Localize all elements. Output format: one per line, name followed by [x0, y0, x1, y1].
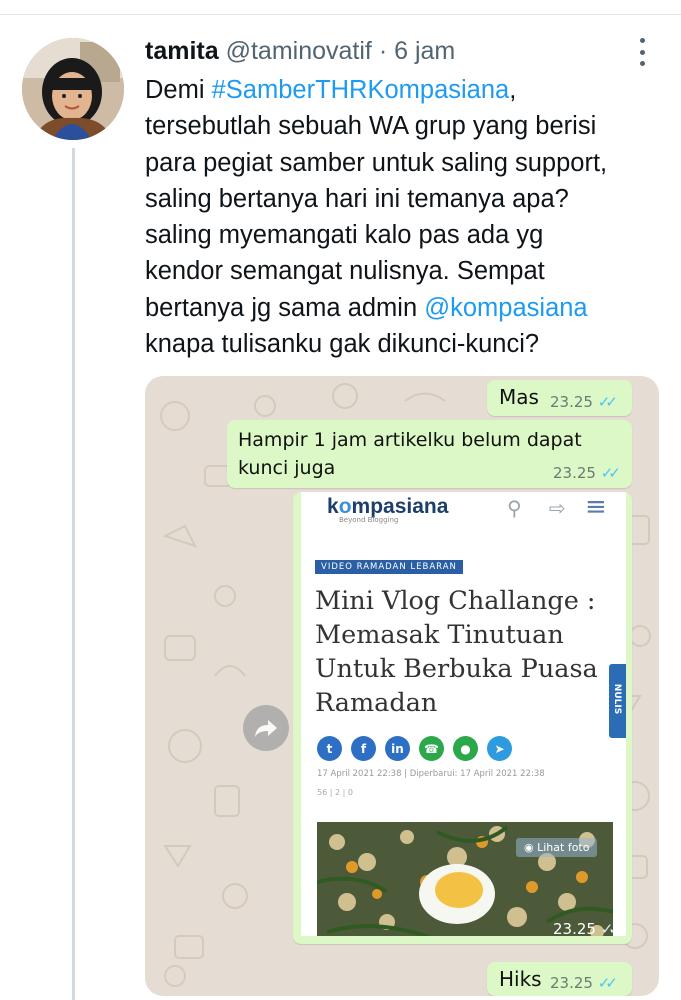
facebook-icon: f — [351, 736, 376, 761]
tweet-line-2: tersebutlah sebuah WA grup yang berisi — [145, 112, 597, 141]
read-receipt-icon: ✓✓ — [600, 920, 613, 936]
share-icons: t f in ☎ ● ➤ — [317, 736, 512, 761]
more-options-icon[interactable] — [634, 38, 650, 66]
kompasiana-tagline: Beyond Blogging — [339, 516, 399, 524]
tweet-line-3: para pegiat samber untuk saling support, — [145, 148, 608, 177]
menu-icon: ≡ — [585, 492, 607, 522]
forward-icon[interactable] — [243, 705, 289, 751]
hashtag-link[interactable]: #SamberTHRKompasiana — [212, 76, 510, 104]
top-divider — [0, 0, 681, 15]
chat-image-message[interactable]: kompasiana Beyond Blogging ⚲ ⇨ ≡ VIDEO R… — [293, 492, 632, 944]
title-line: Memasak Tinutuan — [315, 620, 564, 650]
telegram-icon: ➤ — [487, 736, 512, 761]
mention-link[interactable]: @kompasiana — [424, 294, 587, 322]
display-name[interactable]: tamita — [145, 37, 219, 65]
message-time: 23.25 — [553, 920, 596, 936]
title-line: Mini Vlog Challange : — [315, 586, 596, 616]
view-photo-button: ◉ Lihat foto — [516, 838, 598, 857]
text-segment: , — [509, 76, 517, 104]
title-line: Ramadan — [315, 688, 438, 718]
line-icon: ● — [453, 736, 478, 761]
message-meta: 23.25 ✓✓ — [550, 974, 618, 992]
tweet-line-4: saling bertanya hari ini temanya apa? — [145, 184, 569, 213]
message-text: Hiks — [499, 967, 542, 991]
article-stats: 56 | 2 | 0 — [317, 788, 353, 797]
tweet-text: Demi #SamberTHRKompasiana, tersebutlah s… — [145, 72, 665, 362]
read-receipt-icon: ✓✓ — [597, 974, 618, 992]
message-text: Mas — [499, 385, 539, 409]
linkedin-icon: in — [385, 736, 410, 761]
tweet-image[interactable]: Mas 23.25 ✓✓ Hampir 1 jam artikelku belu… — [145, 376, 659, 996]
message-time: 23.25 — [550, 393, 593, 411]
text-segment: bertanya jg sama admin — [145, 293, 425, 322]
eye-icon: ◉ — [524, 841, 534, 854]
image-meta: 23.25 ✓✓ — [553, 920, 613, 936]
tweet-line-1: Demi #SamberTHRKompasiana, — [145, 72, 665, 108]
article-date: 17 April 2021 22:38 | Diperbarui: 17 Apr… — [317, 769, 545, 779]
message-time: 23.25 — [553, 464, 596, 482]
food-photo: ◉ Lihat foto 23.25 ✓✓ — [317, 822, 613, 936]
message-meta: 23.25 ✓✓ — [550, 393, 618, 411]
read-receipt-icon: ✓✓ — [600, 464, 621, 482]
tweet-line-7: bertanya jg sama admin @kompasiana — [145, 290, 665, 326]
title-line: Untuk Berbuka Puasa — [315, 654, 598, 684]
kompasiana-screenshot: kompasiana Beyond Blogging ⚲ ⇨ ≡ VIDEO R… — [301, 492, 626, 936]
user-handle[interactable]: @taminovatif — [226, 37, 372, 65]
login-icon: ⇨ — [549, 496, 566, 520]
nulis-side-tab: NULIS — [609, 664, 626, 738]
tweet-line-8: knapa tulisanku gak dikunci-kunci? — [145, 330, 540, 359]
tweet-timestamp[interactable]: 6 jam — [394, 37, 455, 65]
whatsapp-icon: ☎ — [419, 736, 444, 761]
tweet-line-6: kendor semangat nulisnya. Sempat — [145, 257, 545, 286]
chat-message: Hiks 23.25 ✓✓ — [487, 962, 632, 996]
message-time: 23.25 — [550, 974, 593, 992]
thread-connector-line — [72, 148, 75, 1000]
chat-message: Hampir 1 jam artikelku belum dapat kunci… — [227, 420, 632, 488]
separator-dot: · — [378, 37, 388, 65]
tweet-header: tamita @taminovatif · 6 jam — [145, 34, 455, 68]
twitter-icon: t — [317, 736, 342, 761]
chat-message: Mas 23.25 ✓✓ — [487, 380, 632, 416]
tweet-line-5: saling myemangati kalo pas ada yg — [145, 221, 544, 250]
avatar[interactable] — [22, 38, 124, 140]
article-title: Mini Vlog Challange : Memasak Tinutuan U… — [315, 584, 615, 720]
message-meta: 23.25 ✓✓ — [553, 464, 621, 482]
search-icon: ⚲ — [507, 496, 522, 520]
read-receipt-icon: ✓✓ — [597, 393, 618, 411]
category-badge: VIDEO RAMADAN LEBARAN — [315, 560, 463, 574]
text-segment: Demi — [145, 76, 212, 104]
